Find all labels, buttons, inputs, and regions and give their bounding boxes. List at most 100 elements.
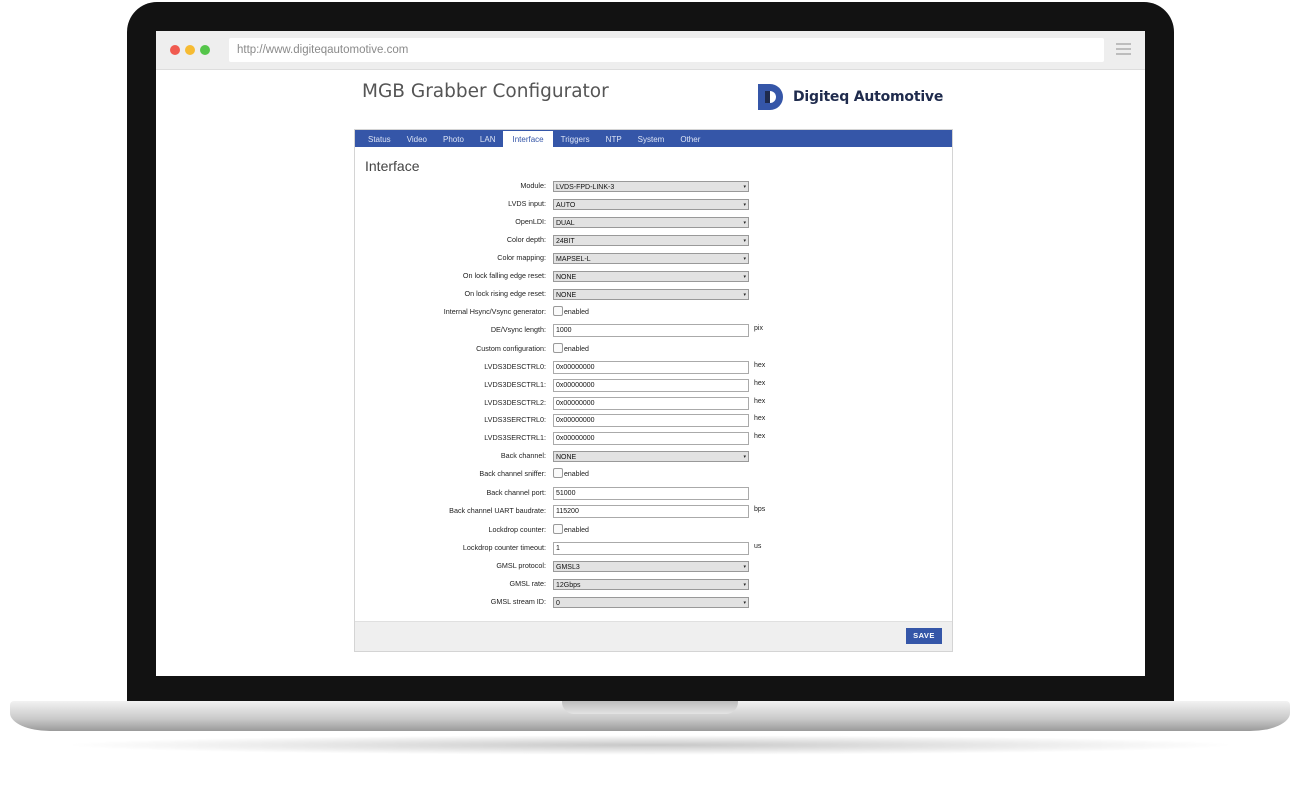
field-label: GMSL rate: <box>509 579 546 588</box>
checkbox-label: enabled <box>564 527 589 534</box>
digiteq-logo-icon <box>758 84 783 110</box>
select-value: MAPSEL-L <box>556 256 591 263</box>
field-label: Back channel: <box>500 451 546 460</box>
section-title: Interface <box>365 158 420 174</box>
tab-bar: Status Video Photo LAN Interface Triggers NTP S… <box>355 130 952 147</box>
unit-label: hex <box>754 398 766 405</box>
field-label: Lockdrop counter: <box>488 525 546 534</box>
text-input[interactable]: 0x00000000 <box>553 379 749 392</box>
select-field[interactable]: NONE ▾ <box>553 289 749 300</box>
hamburger-menu-icon[interactable] <box>1116 43 1131 56</box>
form-row: LVDS input: AUTO ▾ <box>355 198 952 212</box>
form-row: Color depth: 24BIT ▾ <box>355 234 952 248</box>
select-field[interactable]: LVDS-FPD-LINK-3 ▾ <box>553 181 749 192</box>
browser-toolbar: http://www.digiteqautomotive.com <box>156 31 1145 70</box>
save-button[interactable]: SAVE <box>906 628 942 644</box>
checkbox-label: enabled <box>564 471 589 478</box>
text-input[interactable]: 1 <box>553 542 749 555</box>
minimize-window-dot[interactable] <box>185 45 195 55</box>
select-value: NONE <box>556 274 577 281</box>
maximize-window-dot[interactable] <box>200 45 210 55</box>
form-row: Internal Hsync/Vsync generator: enabled <box>355 306 952 320</box>
select-value: AUTO <box>556 202 576 209</box>
field-label: Color depth: <box>506 235 546 244</box>
dropdown-arrow-icon: ▾ <box>743 202 746 208</box>
form-row: DE/Vsync length: 1000 pix <box>355 324 952 338</box>
select-field[interactable]: DUAL ▾ <box>553 217 749 228</box>
form-row: GMSL stream ID: 0 ▾ <box>355 596 952 610</box>
checkbox[interactable] <box>553 524 563 534</box>
browser-window: http://www.digiteqautomotive.com MGB Gra… <box>156 31 1145 676</box>
unit-label: hex <box>754 433 766 440</box>
form-row: LVDS3SERCTRL0: 0x00000000 hex <box>355 414 952 428</box>
tab-video[interactable]: Video <box>399 131 435 147</box>
tab-photo[interactable]: Photo <box>435 131 472 147</box>
select-value: LVDS-FPD-LINK-3 <box>556 184 615 191</box>
dropdown-arrow-icon: ▾ <box>743 582 746 588</box>
tab-triggers[interactable]: Triggers <box>553 131 598 147</box>
form-row: GMSL rate: 12Gbps ▾ <box>355 578 952 592</box>
field-label: Module: <box>520 181 546 190</box>
select-value: GMSL3 <box>556 564 580 571</box>
tab-status[interactable]: Status <box>360 131 399 147</box>
text-input[interactable]: 1000 <box>553 324 749 337</box>
dropdown-arrow-icon: ▾ <box>743 184 746 190</box>
form-row: LVDS3DESCTRL1: 0x00000000 hex <box>355 379 952 393</box>
form-row: Back channel UART baudrate: 115200 bps <box>355 505 952 519</box>
checkbox[interactable] <box>553 306 563 316</box>
text-input[interactable]: 0x00000000 <box>553 361 749 374</box>
unit-label: hex <box>754 362 766 369</box>
form-row: Lockdrop counter timeout: 1 us <box>355 542 952 556</box>
field-label: Lockdrop counter timeout: <box>462 543 546 552</box>
form-row: Custom configuration: enabled <box>355 343 952 357</box>
select-field[interactable]: GMSL3 ▾ <box>553 561 749 572</box>
select-field[interactable]: MAPSEL-L ▾ <box>553 253 749 264</box>
field-label: LVDS3SERCTRL0: <box>484 415 546 424</box>
tab-interface[interactable]: Interface <box>503 131 553 147</box>
laptop-shadow <box>60 735 1240 755</box>
form-row: Back channel: NONE ▾ <box>355 450 952 464</box>
select-field[interactable]: 0 ▾ <box>553 597 749 608</box>
form-row: On lock falling edge reset: NONE ▾ <box>355 270 952 284</box>
field-label: Back channel port: <box>486 488 546 497</box>
text-input[interactable]: 0x00000000 <box>553 432 749 445</box>
tab-system[interactable]: System <box>630 131 673 147</box>
select-field[interactable]: NONE ▾ <box>553 451 749 462</box>
checkbox[interactable] <box>553 343 563 353</box>
field-label: GMSL stream ID: <box>490 597 546 606</box>
brand-logo[interactable]: Digiteq Automotive <box>756 82 943 112</box>
panel-footer: SAVE <box>355 621 952 651</box>
dropdown-arrow-icon: ▾ <box>743 256 746 262</box>
text-input[interactable]: 51000 <box>553 487 749 500</box>
dropdown-arrow-icon: ▾ <box>743 220 746 226</box>
field-label: LVDS3DESCTRL0: <box>484 362 546 371</box>
dropdown-arrow-icon: ▾ <box>743 292 746 298</box>
select-field[interactable]: NONE ▾ <box>553 271 749 282</box>
tab-ntp[interactable]: NTP <box>598 131 630 147</box>
field-label: GMSL protocol: <box>496 561 546 570</box>
dropdown-arrow-icon: ▾ <box>743 274 746 280</box>
field-label: On lock falling edge reset: <box>462 271 546 280</box>
field-label: Color mapping: <box>497 253 546 262</box>
form-row: GMSL protocol: GMSL3 ▾ <box>355 560 952 574</box>
tab-other[interactable]: Other <box>672 131 708 147</box>
text-input[interactable]: 0x00000000 <box>553 397 749 410</box>
select-value: NONE <box>556 454 577 461</box>
field-label: LVDS3DESCTRL2: <box>484 398 546 407</box>
select-field[interactable]: AUTO ▾ <box>553 199 749 210</box>
select-value: 24BIT <box>556 238 575 245</box>
close-window-dot[interactable] <box>170 45 180 55</box>
tab-lan[interactable]: LAN <box>472 131 504 147</box>
checkbox[interactable] <box>553 468 563 478</box>
text-input[interactable]: 115200 <box>553 505 749 518</box>
address-bar[interactable]: http://www.digiteqautomotive.com <box>229 38 1104 62</box>
form-row: Module: LVDS-FPD-LINK-3 ▾ <box>355 180 952 194</box>
text-input[interactable]: 0x00000000 <box>553 414 749 427</box>
form-row: Color mapping: MAPSEL-L ▾ <box>355 252 952 266</box>
unit-label: hex <box>754 380 766 387</box>
form-row: LVDS3DESCTRL0: 0x00000000 hex <box>355 361 952 375</box>
form-row: On lock rising edge reset: NONE ▾ <box>355 288 952 302</box>
select-field[interactable]: 12Gbps ▾ <box>553 579 749 590</box>
laptop-notch <box>562 701 738 714</box>
select-field[interactable]: 24BIT ▾ <box>553 235 749 246</box>
